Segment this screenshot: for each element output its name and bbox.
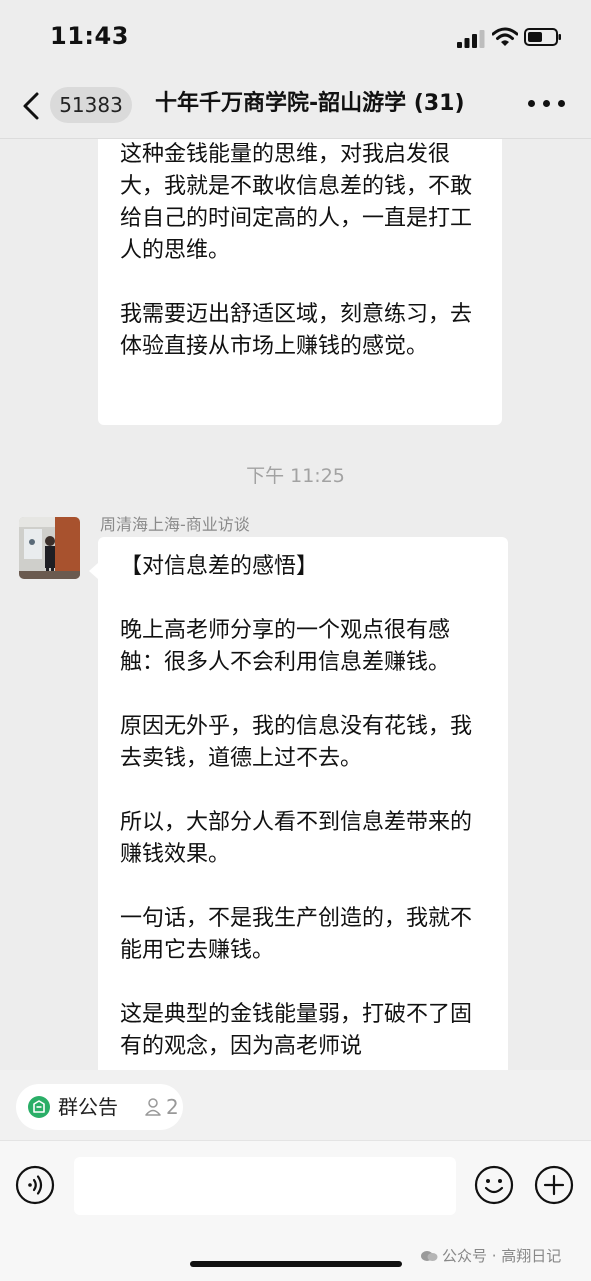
announcement-bar: 群公告 2 (0, 1070, 591, 1140)
announcement-label: 群公告 (58, 1095, 118, 1119)
voice-icon[interactable] (15, 1165, 55, 1205)
watermark: 公众号 · 高翔日记 (420, 1245, 561, 1266)
message-text: 原因无外乎，我的信息没有花钱，我去卖钱，道德上过不去。 (120, 714, 473, 771)
message-text: 这是典型的金钱能量弱，打破不了固有的观念，因为高老师说 (120, 1002, 473, 1059)
chat-title: 十年千万商学院-韶山游学 (31) (155, 91, 465, 116)
message-text: 晚上高老师分享的一个观点很有感触：很多人不会利用信息差赚钱。 (120, 618, 451, 675)
input-bar: 公众号 · 高翔日记 (0, 1140, 591, 1281)
message-bubble[interactable]: 【对信息差的感悟】 晚上高老师分享的一个观点很有感触：很多人不会利用信息差赚钱。… (89, 537, 508, 1070)
wechat-logo-icon (421, 1251, 438, 1261)
watermark-text: 公众号 · 高翔日记 (442, 1247, 562, 1265)
message-timestamp: 下午 11:25 (246, 465, 345, 487)
chat-header: 51383 十年千万商学院-韶山游学 (31) (0, 76, 591, 139)
home-indicator (190, 1261, 402, 1267)
wifi-icon (492, 27, 518, 46)
message-input[interactable] (74, 1157, 456, 1215)
people-icon (145, 1098, 161, 1116)
announcement-icon (28, 1096, 50, 1118)
signal-icon (457, 30, 485, 48)
emoji-icon[interactable] (474, 1165, 514, 1205)
status-time: 11:43 (50, 22, 129, 50)
group-announcement-button[interactable]: 群公告 2 (16, 1084, 183, 1130)
announcement-count: 2 (166, 1095, 179, 1119)
more-icon[interactable] (528, 100, 568, 110)
message-text: 我需要迈出舒适区域，刻意练习，去体验直接从市场上赚钱的感觉。 (120, 302, 473, 359)
status-bar: 11:43 (0, 0, 591, 76)
message-bubble[interactable]: 这种金钱能量的思维，对我启发很大，我就是不敢收信息差的钱，不敢给自己的时间定高的… (98, 139, 502, 425)
sender-name: 周清海上海-商业访谈 (100, 515, 250, 534)
plus-icon[interactable] (534, 1165, 574, 1205)
back-chevron-icon[interactable] (20, 91, 42, 121)
message-list[interactable]: 这种金钱能量的思维，对我启发很大，我就是不敢收信息差的钱，不敢给自己的时间定高的… (0, 139, 591, 1070)
avatar[interactable] (19, 517, 80, 579)
message-text: 一句话，不是我生产创造的，我就不能用它去赚钱。 (120, 906, 473, 963)
message-text: 所以，大部分人看不到信息差带来的赚钱效果。 (120, 810, 473, 867)
message-text: 这种金钱能量的思维，对我启发很大，我就是不敢收信息差的钱，不敢给自己的时间定高的… (120, 142, 473, 263)
unread-count-badge[interactable]: 51383 (50, 87, 132, 123)
avatar-photo (19, 517, 80, 579)
message-text: 【对信息差的感悟】 (120, 554, 319, 579)
battery-icon (524, 28, 561, 46)
